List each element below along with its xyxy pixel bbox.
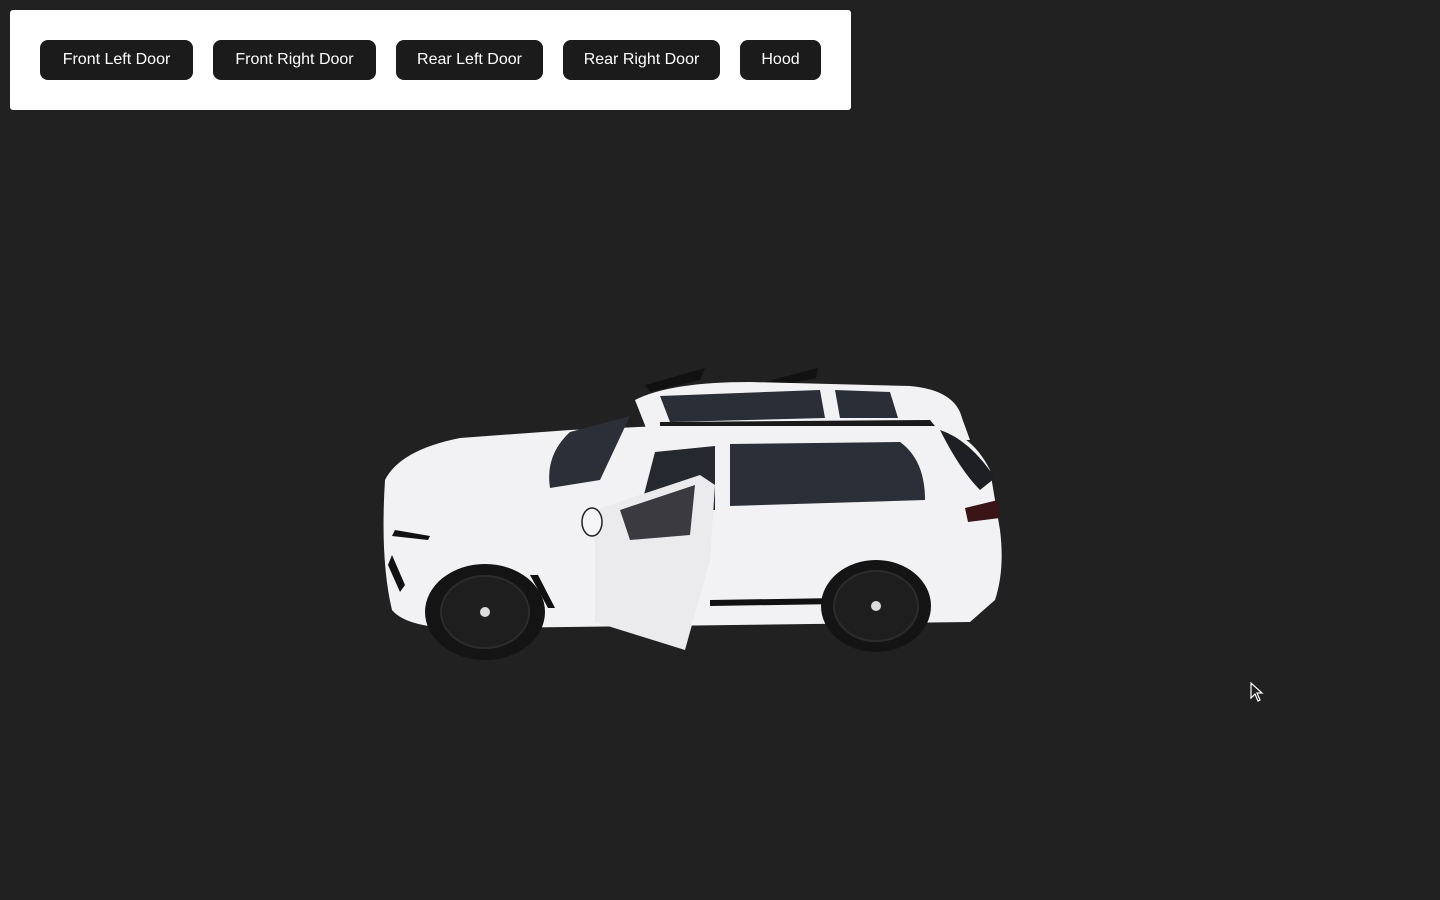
app-viewport: Front Left Door Front Right Door Rear Le… [0, 0, 1440, 900]
front-left-door-button[interactable]: Front Left Door [40, 40, 193, 80]
3d-scene-canvas[interactable] [0, 120, 1440, 900]
front-wheel [425, 564, 545, 660]
hood-button[interactable]: Hood [740, 40, 821, 80]
roof-glass-rear [835, 390, 898, 418]
rear-left-door-button[interactable]: Rear Left Door [396, 40, 543, 80]
side-mirror [581, 507, 603, 537]
suv-model[interactable] [370, 360, 1020, 670]
front-right-door-button[interactable]: Front Right Door [213, 40, 376, 80]
door-controls-panel: Front Left Door Front Right Door Rear Le… [10, 10, 851, 110]
arrow-pointer-icon [1250, 682, 1264, 702]
rear-right-door-button[interactable]: Rear Right Door [563, 40, 720, 80]
rear-wheel [821, 560, 931, 652]
rear-windows [730, 442, 925, 506]
